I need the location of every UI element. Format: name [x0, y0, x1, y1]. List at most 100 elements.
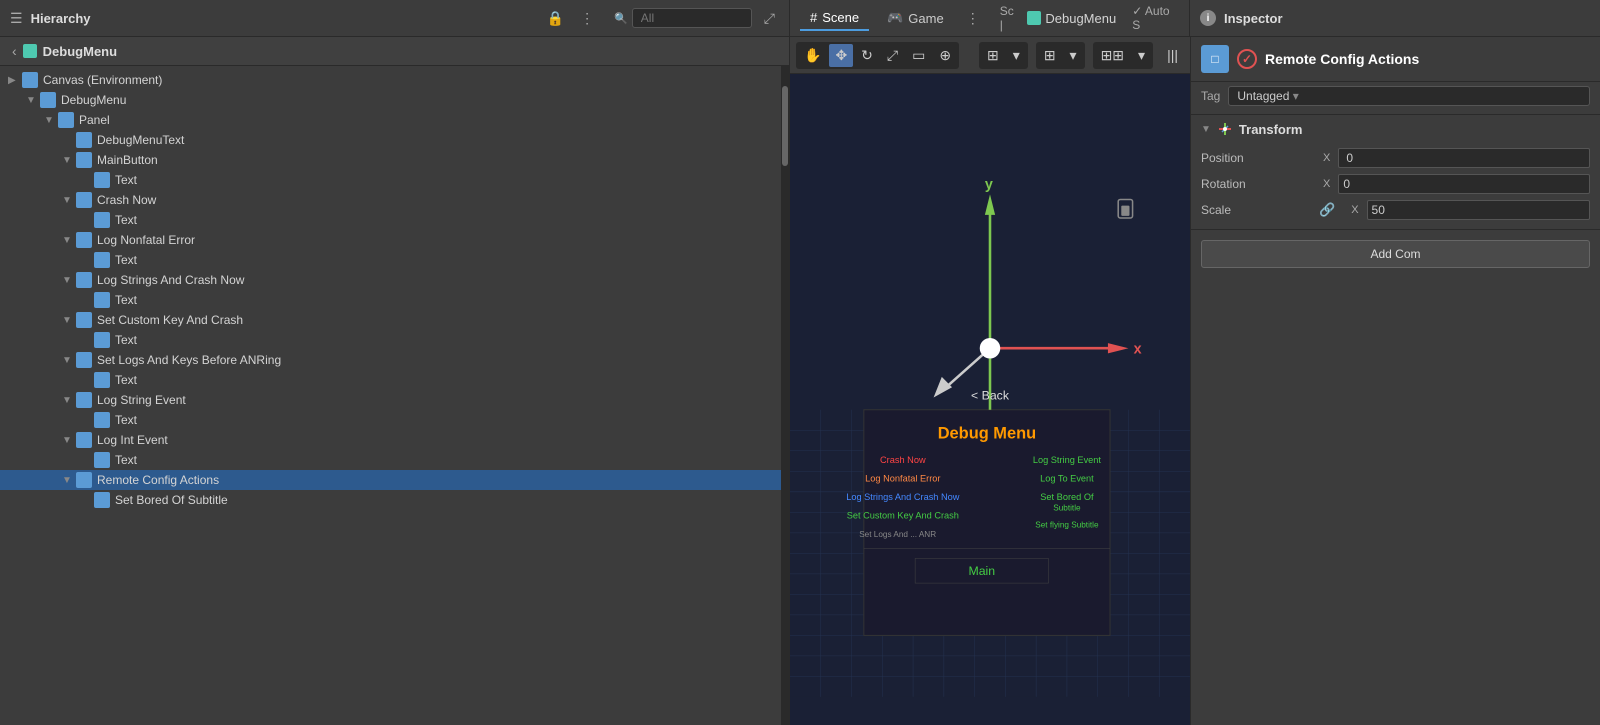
tree-item-crashnow-text[interactable]: Text: [0, 210, 781, 230]
tree-item-lognonfatal[interactable]: ▼Log Nonfatal Error: [0, 230, 781, 250]
tree-item-setcustomkey-text[interactable]: Text: [0, 330, 781, 350]
svg-text:Log String Event: Log String Event: [1033, 455, 1102, 465]
tree-item-setcustomkey[interactable]: ▼ Set Custom Key And Crash: [0, 310, 781, 330]
tree-icon-logstringevent-text: [94, 412, 110, 428]
active-checkbox[interactable]: ✓: [1237, 49, 1257, 69]
tree-item-setlogskeys-text[interactable]: Text: [0, 370, 781, 390]
search-prefix: 🔍: [614, 12, 628, 25]
tree-item-lognonfatal-text[interactable]: Text: [0, 250, 781, 270]
snap-btn[interactable]: ⊞: [1038, 44, 1062, 67]
hierarchy-scrollbar[interactable]: [781, 66, 789, 725]
inspector-object-header: □ ✓ Remote Config Actions: [1191, 37, 1600, 82]
hamburger-icon[interactable]: ☰: [10, 10, 23, 27]
scale-tool[interactable]: ⤢: [881, 44, 904, 67]
svg-text:Crash Now: Crash Now: [880, 455, 926, 465]
scene-more-options[interactable]: ⋮: [962, 8, 984, 29]
expand-icon[interactable]: ⤢: [760, 8, 779, 29]
grid-dropdown[interactable]: ▾: [1007, 44, 1026, 67]
scale-xyz-fields: 50: [1367, 200, 1590, 220]
tree-icon-logintevent-text: [94, 452, 110, 468]
tree-item-debugmenu[interactable]: ▼DebugMenu: [0, 90, 781, 110]
tree-item-remoteconfigactions[interactable]: ▼Remote Config Actions: [0, 470, 781, 490]
svg-text:Debug Menu: Debug Menu: [938, 424, 1036, 442]
tree-icon-logintevent: [76, 432, 92, 448]
tree-icon-logstrings-text: [94, 292, 110, 308]
auto-label: ✓ Auto S: [1132, 4, 1179, 32]
rect-tool[interactable]: ▭: [906, 44, 931, 67]
transform-tool[interactable]: ⊕: [933, 44, 957, 67]
tree-item-setboredofsubtitle[interactable]: Set Bored Of Subtitle: [0, 490, 781, 510]
rotation-x-field[interactable]: 0: [1338, 174, 1590, 194]
scene-toolbar: ✋ ✥ ↻ ⤢ ▭ ⊕ ⊞ ▾ ⊞ ▾ ⊞⊞ ▾ |||: [790, 37, 1190, 74]
tag-row: Tag Untagged ▾: [1191, 82, 1600, 115]
tree-item-logintevent[interactable]: ▼Log Int Event: [0, 430, 781, 450]
tree-arrow-logstringevent: ▼: [62, 395, 76, 406]
scene-tab[interactable]: # Scene: [800, 6, 869, 31]
tree-item-mainbutton[interactable]: ▼MainButton: [0, 150, 781, 170]
hierarchy-breadcrumb: ‹ DebugMenu: [0, 37, 789, 66]
svg-text:x: x: [1134, 341, 1142, 357]
tree-arrow-logstrings: ▼: [62, 275, 76, 286]
position-row: Position X 0: [1201, 145, 1590, 171]
search-input[interactable]: [632, 8, 752, 28]
scale-label: Scale: [1201, 203, 1311, 217]
layers-btn[interactable]: |||: [1161, 44, 1184, 66]
svg-text:< Back: < Back: [971, 389, 1010, 403]
snap-dropdown[interactable]: ▾: [1064, 44, 1083, 67]
tree-item-logintevent-text[interactable]: Text: [0, 450, 781, 470]
tree-icon-lognonfatal-text: [94, 252, 110, 268]
tree-arrow-logintevent: ▼: [62, 435, 76, 446]
tree-icon-panel: [58, 112, 74, 128]
top-bar: ☰ Hierarchy 🔒 ⋮ 🔍 ⤢ # Scene 🎮 Game ⋮ Sc …: [0, 0, 1600, 37]
tree-arrow-crashnow: ▼: [62, 195, 76, 206]
tree-item-crashnow[interactable]: ▼Crash Now: [0, 190, 781, 210]
svg-text:Log Nonfatal Error: Log Nonfatal Error: [865, 474, 940, 484]
inspector-title: Inspector: [1224, 11, 1283, 26]
scene-icon: #: [810, 10, 817, 25]
tree-arrow-setcustomkey: ▼: [62, 315, 76, 326]
tree-item-debugmenutext[interactable]: DebugMenuText: [0, 130, 781, 150]
rotation-row: Rotation X 0: [1201, 171, 1590, 197]
tree-icon-logstrings: [76, 272, 92, 288]
inspector-panel: □ ✓ Remote Config Actions Tag Untagged ▾…: [1190, 37, 1600, 725]
position-x-field[interactable]: 0: [1338, 148, 1590, 168]
tag-value[interactable]: Untagged ▾: [1228, 86, 1590, 106]
tree-icon-canvas: [22, 72, 38, 88]
tree-item-mainbutton-text[interactable]: Text: [0, 170, 781, 190]
scene-breadcrumb-prefix: Sc |: [1000, 4, 1020, 32]
transform-header[interactable]: ▼ Transform: [1201, 121, 1590, 137]
tree-label-setlogskeys: Set Logs And Keys Before ANRing: [97, 353, 281, 367]
tree-item-logstrings-text[interactable]: Text: [0, 290, 781, 310]
tree-item-panel[interactable]: ▼Panel: [0, 110, 781, 130]
add-component-button[interactable]: Add Com: [1201, 240, 1590, 268]
tree-label-remoteconfigactions: Remote Config Actions: [97, 473, 219, 487]
hierarchy-back-arrow[interactable]: ‹: [12, 43, 17, 59]
move-tool[interactable]: ✥: [829, 44, 853, 67]
more-options-icon[interactable]: ⋮: [576, 8, 598, 29]
grid-tools-group: ⊞ ▾: [979, 42, 1028, 69]
hand-tool[interactable]: ✋: [798, 44, 827, 67]
tree-label-logstrings: Log Strings And Crash Now: [97, 273, 244, 287]
tree-item-setlogskeys[interactable]: ▼Set Logs And Keys Before ANRing: [0, 350, 781, 370]
view-btn[interactable]: ⊞⊞: [1095, 44, 1130, 67]
tree-item-canvas[interactable]: ▶Canvas (Environment): [0, 70, 781, 90]
tree-icon-setlogskeys-text: [94, 372, 110, 388]
grid-btn[interactable]: ⊞: [981, 44, 1005, 67]
tree-label-debugmenutext: DebugMenuText: [97, 133, 184, 147]
tree-label-setcustomkey: Set Custom Key And Crash: [97, 313, 243, 327]
lock-icon[interactable]: 🔒: [543, 8, 568, 29]
tree-item-logstringevent-text[interactable]: Text: [0, 410, 781, 430]
tree-item-logstringevent[interactable]: ▼Log String Event: [0, 390, 781, 410]
tree-icon-setlogskeys: [76, 352, 92, 368]
tree-item-logstrings[interactable]: ▼ Log Strings And Crash Now: [0, 270, 781, 290]
main-content: ‹ DebugMenu ▶Canvas (Environment)▼DebugM…: [0, 37, 1600, 725]
tree-icon-crashnow-text: [94, 212, 110, 228]
view-dropdown[interactable]: ▾: [1132, 44, 1151, 67]
position-label: Position: [1201, 151, 1311, 165]
svg-text:Set Custom Key And Crash: Set Custom Key And Crash: [847, 510, 959, 520]
game-tab[interactable]: 🎮 Game: [877, 6, 954, 30]
scene-svg: y x Debug Menu Crash Now Log Nonfatal Er…: [790, 74, 1190, 725]
scene-viewport: y x Debug Menu Crash Now Log Nonfatal Er…: [790, 74, 1190, 725]
rotate-tool[interactable]: ↻: [855, 44, 879, 67]
scale-x-field[interactable]: 50: [1367, 200, 1590, 220]
